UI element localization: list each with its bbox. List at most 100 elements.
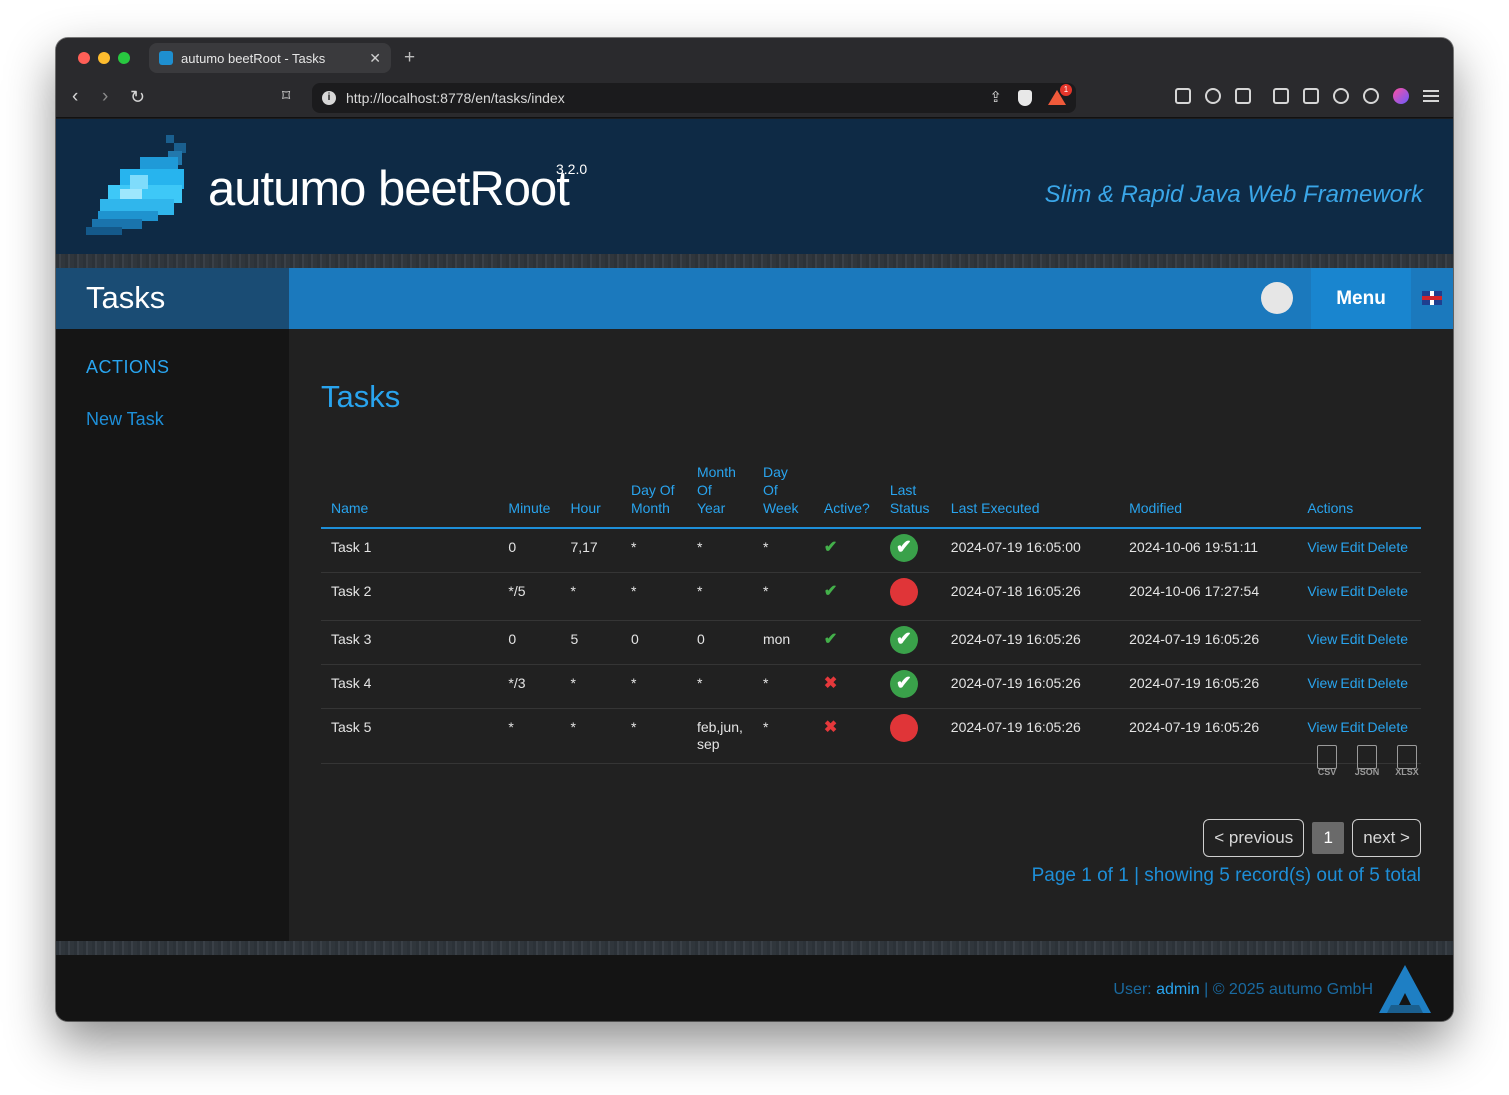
last-executed-cell: 2024-07-18 16:05:26	[940, 572, 1120, 621]
reload-icon[interactable]: ↻	[130, 87, 145, 107]
delete-link[interactable]: Delete	[1368, 631, 1408, 647]
brave-shield-icon[interactable]	[1018, 90, 1032, 106]
leo-ai-icon[interactable]	[1333, 88, 1349, 104]
section-title-box: Tasks	[56, 268, 289, 329]
column-header[interactable]: Month Of Year	[686, 463, 753, 529]
brand-name[interactable]: autumo beetRoot	[208, 161, 570, 217]
column-header[interactable]: Day Of Week	[752, 463, 814, 529]
delete-link[interactable]: Delete	[1368, 719, 1408, 735]
copyright: | © 2025 autumo GmbH	[1199, 981, 1373, 998]
hour-cell: *	[560, 572, 621, 621]
theme-toggle-icon[interactable]	[1261, 282, 1293, 314]
next-page-button[interactable]: next >	[1352, 819, 1421, 857]
back-icon[interactable]: ‹	[72, 87, 78, 107]
check-icon: ✔	[823, 583, 838, 600]
pagination: < previous 1 next >	[1203, 819, 1421, 857]
site-info-icon[interactable]: i	[322, 91, 336, 105]
export-xlsx-button[interactable]: XLSX	[1393, 745, 1421, 779]
brave-rewards-icon[interactable]: 1	[1048, 84, 1072, 106]
uk-flag-icon[interactable]	[1422, 291, 1442, 305]
table-row: Task 2 */5 * * * * ✔ 2024-07-18 16:05:26 2024-10…	[321, 572, 1421, 621]
forward-icon[interactable]: ›	[102, 87, 108, 107]
browser-window: autumo beetRoot - Tasks ✕ + ‹ › ↻ ⌑ i ht…	[56, 38, 1453, 1021]
column-header[interactable]: Minute	[498, 463, 561, 529]
view-link[interactable]: View	[1307, 675, 1337, 691]
hour-cell: 7,17	[560, 528, 621, 573]
month-of-year-cell: *	[686, 528, 753, 573]
new-task-link[interactable]: New Task	[86, 409, 164, 430]
success-status-icon: ✔	[889, 534, 918, 562]
page-title: Tasks	[321, 379, 401, 414]
close-tab-icon[interactable]: ✕	[369, 50, 381, 67]
extension-icon[interactable]	[1175, 88, 1191, 104]
last-executed-cell: 2024-07-19 16:05:00	[940, 528, 1120, 573]
export-csv-button[interactable]: CSV	[1313, 745, 1341, 779]
vpn-icon[interactable]	[1363, 88, 1379, 104]
table-row: Task 4 */3 * * * * ✖ ✔ 2024-07-19 16:05:26 2024-0…	[321, 664, 1421, 709]
check-icon: ✔	[823, 631, 838, 648]
delete-link[interactable]: Delete	[1368, 539, 1408, 555]
column-header[interactable]: Hour	[560, 463, 621, 529]
zoom-window-button[interactable]	[118, 52, 130, 64]
active-cell: ✔	[813, 528, 880, 573]
last-status-cell: ✔	[879, 620, 941, 665]
version-label: 3.2.0	[556, 161, 588, 177]
export-json-button[interactable]: JSON	[1353, 745, 1381, 779]
profile-icon[interactable]	[1393, 88, 1409, 104]
tab-bar: autumo beetRoot - Tasks ✕ +	[56, 38, 1453, 78]
address-bar[interactable]: i http://localhost:8778/en/tasks/index ⇪…	[312, 83, 1076, 113]
share-icon[interactable]: ⇪	[989, 89, 1002, 107]
edit-link[interactable]: Edit	[1340, 539, 1364, 555]
edit-link[interactable]: Edit	[1340, 675, 1364, 691]
browser-menu-icon[interactable]	[1423, 90, 1439, 102]
new-tab-button[interactable]: +	[404, 47, 415, 69]
main-content: Tasks Name Minute Hour Day Of Month Mont…	[289, 329, 1453, 941]
hour-cell: 5	[560, 620, 621, 665]
reader-icon[interactable]	[1235, 88, 1251, 104]
wallet-icon[interactable]	[1303, 88, 1319, 104]
column-header[interactable]: Name	[321, 463, 499, 529]
day-of-month-cell: *	[620, 708, 687, 764]
close-window-button[interactable]	[78, 52, 90, 64]
browser-tab[interactable]: autumo beetRoot - Tasks ✕	[149, 43, 391, 73]
rewards-badge: 1	[1060, 84, 1072, 96]
column-header[interactable]: Modified	[1119, 463, 1298, 529]
view-link[interactable]: View	[1307, 631, 1337, 647]
hour-cell: *	[560, 708, 621, 764]
edit-link[interactable]: Edit	[1340, 719, 1364, 735]
site-footer: User: admin | © 2025 autumo GmbH	[56, 955, 1453, 1021]
minimize-window-button[interactable]	[98, 52, 110, 64]
browser-toolbar: ‹ › ↻ ⌑ i http://localhost:8778/en/tasks…	[56, 78, 1453, 118]
site-header: autumo beetRoot 3.2.0 Slim & Rapid Java …	[56, 119, 1453, 254]
menu-button[interactable]: Menu	[1311, 268, 1411, 329]
previous-page-button[interactable]: < previous	[1203, 819, 1305, 857]
minute-cell: */3	[498, 664, 561, 709]
current-page[interactable]: 1	[1312, 822, 1345, 854]
bookmark-icon[interactable]: ⌑	[282, 87, 290, 107]
view-link[interactable]: View	[1307, 719, 1337, 735]
modified-cell: 2024-10-06 17:27:54	[1119, 572, 1298, 621]
delete-link[interactable]: Delete	[1368, 675, 1408, 691]
view-link[interactable]: View	[1307, 539, 1337, 555]
column-header[interactable]: Day Of Month	[620, 463, 687, 529]
month-of-year-cell: feb,jun,sep	[686, 708, 753, 764]
edit-link[interactable]: Edit	[1340, 583, 1364, 599]
edit-link[interactable]: Edit	[1340, 631, 1364, 647]
delete-link[interactable]: Delete	[1368, 583, 1408, 599]
sidebar-icon[interactable]	[1273, 88, 1289, 104]
user-link[interactable]: admin	[1156, 981, 1200, 998]
view-link[interactable]: View	[1307, 583, 1337, 599]
puzzle-icon[interactable]	[1205, 88, 1221, 104]
tagline: Slim & Rapid Java Web Framework	[1044, 181, 1423, 208]
autumo-logo-icon[interactable]	[1379, 965, 1431, 1013]
row-actions-cell: View Edit Delete	[1297, 528, 1421, 573]
file-icon	[1397, 745, 1417, 769]
column-header[interactable]: Active?	[813, 463, 880, 529]
column-header[interactable]: Last Executed	[940, 463, 1120, 529]
beetroot-logo-icon[interactable]	[86, 135, 188, 237]
column-header[interactable]: Last Status	[879, 463, 941, 529]
web-page: autumo beetRoot 3.2.0 Slim & Rapid Java …	[56, 119, 1453, 1021]
url-text[interactable]: http://localhost:8778/en/tasks/index	[346, 90, 565, 106]
user-prefix: User:	[1113, 981, 1157, 998]
task-name-cell: Task 3	[321, 620, 499, 665]
